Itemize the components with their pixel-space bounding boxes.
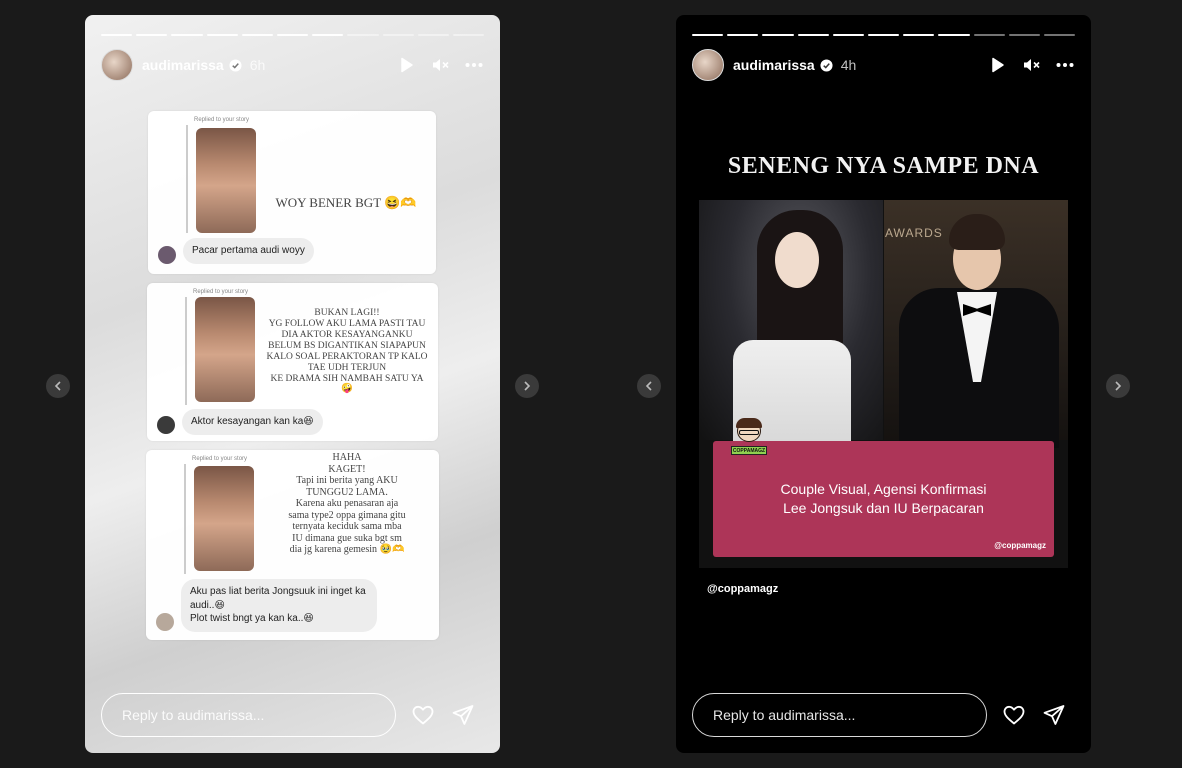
progress-segment [312, 34, 344, 36]
progress-segment [762, 34, 794, 36]
avatar[interactable] [101, 49, 133, 81]
speaker-muted-icon[interactable] [1021, 55, 1041, 75]
person-left-face [775, 232, 819, 288]
overlay-text: WOY BENER BGT 😆🫶 [275, 195, 417, 210]
prev-story-button[interactable] [46, 374, 70, 398]
mascot-label: COPPAMAGZ [731, 446, 767, 455]
story-thumbnail [195, 297, 255, 402]
progress-segment [241, 34, 273, 36]
next-story-button[interactable] [515, 374, 539, 398]
comment-bubble: Aktor kesayangan kan ka😆 [182, 409, 323, 435]
story-progress [692, 34, 1076, 37]
chevron-left-icon [54, 381, 61, 391]
avatar [158, 246, 176, 264]
story-footer [692, 693, 1075, 737]
replied-label: Replied to your story [193, 289, 249, 295]
progress-segment [136, 34, 168, 36]
comment-line: Aku pas liat berita Jongsuuk ini inget k… [190, 586, 366, 611]
story-header: audimarissa 4h [692, 48, 1075, 82]
progress-segment [797, 34, 829, 36]
story-card[interactable]: audimarissa 6h Replied to your story WOY… [85, 15, 500, 753]
story-card[interactable]: audimarissa 4h SENENG NYA SAMPE DNA AWAR… [676, 15, 1091, 753]
progress-segment [417, 34, 449, 36]
story-headline: SENENG NYA SAMPE DNA [727, 153, 1040, 179]
story-reply-card: Replied to your story BUKAN LAGI!! YG FO… [147, 283, 438, 441]
username[interactable]: audimarissa [142, 57, 224, 73]
banner-credit: @coppamagz [994, 541, 1046, 550]
verified-badge-icon [820, 58, 833, 72]
story-reply-card: Replied to your story HAHA KAGET! Tapi i… [146, 450, 439, 640]
story-thumbnail [196, 128, 256, 233]
story-progress [101, 34, 485, 37]
like-button[interactable] [1001, 702, 1027, 728]
overlay-text: BUKAN LAGI!! YG FOLLOW AKU LAMA PASTI TA… [266, 308, 428, 395]
paper-plane-icon [1043, 705, 1065, 725]
progress-segment [973, 34, 1005, 36]
next-story-button[interactable] [1106, 374, 1130, 398]
progress-segment [727, 34, 759, 36]
quote-bar [184, 464, 186, 574]
chevron-right-icon [524, 381, 531, 391]
story-footer [101, 693, 484, 737]
heart-icon [1003, 705, 1025, 725]
news-image: AWARDS Couple Visual, Agensi Konfirmasi … [699, 200, 1068, 568]
verified-badge-icon [229, 58, 242, 72]
progress-segment [1008, 34, 1040, 36]
overlay-text: HAHA KAGET! Tapi ini berita yang AKU TUN… [288, 452, 406, 555]
share-button[interactable] [1041, 702, 1067, 728]
quote-bar [186, 125, 188, 233]
replied-label: Replied to your story [192, 456, 248, 462]
quote-bar [185, 297, 187, 405]
story-viewer: audimarissa 6h Replied to your story WOY… [0, 0, 1182, 768]
comment-bubble: Aku pas liat berita Jongsuuk ini inget k… [181, 579, 377, 632]
play-icon[interactable] [987, 55, 1007, 75]
progress-segment [347, 34, 379, 36]
progress-segment [867, 34, 900, 36]
story-header: audimarissa 6h [101, 48, 484, 82]
username[interactable]: audimarissa [733, 57, 815, 73]
progress-segment [101, 34, 133, 36]
story-thumbnail [194, 466, 254, 571]
avatar [156, 613, 174, 631]
progress-segment [206, 34, 238, 36]
progress-segment [692, 34, 724, 36]
source-credit[interactable]: @coppamagz [707, 583, 778, 595]
comment-bubble: Pacar pertama audi woyy [183, 238, 314, 264]
mascot-icon: COPPAMAGZ [729, 418, 769, 468]
progress-segment [276, 34, 309, 36]
avatar [157, 416, 175, 434]
like-button[interactable] [410, 702, 436, 728]
comment-line: Plot twist bngt ya kan ka..😆 [190, 613, 314, 624]
chevron-left-icon [645, 381, 652, 391]
more-horizontal-icon[interactable] [464, 55, 484, 75]
progress-segment [452, 34, 485, 36]
reply-input[interactable] [101, 693, 396, 737]
share-button[interactable] [450, 702, 476, 728]
progress-segment [382, 34, 414, 36]
more-horizontal-icon[interactable] [1055, 55, 1075, 75]
progress-segment [832, 34, 864, 36]
speaker-muted-icon[interactable] [430, 55, 450, 75]
banner-headline: Couple Visual, Agensi Konfirmasi Lee Jon… [780, 481, 987, 516]
replied-label: Replied to your story [194, 117, 250, 123]
progress-segment [938, 34, 970, 36]
avatar[interactable] [692, 49, 724, 81]
progress-segment [171, 34, 203, 36]
prev-story-button[interactable] [637, 374, 661, 398]
heart-icon [412, 705, 434, 725]
paper-plane-icon [452, 705, 474, 725]
progress-segment [1043, 34, 1076, 36]
post-time: 6h [249, 57, 266, 73]
post-time: 4h [840, 57, 857, 73]
story-reply-card: Replied to your story WOY BENER BGT 😆🫶 P… [148, 111, 436, 274]
awards-backdrop-text: AWARDS [885, 226, 943, 240]
reply-input[interactable] [692, 693, 987, 737]
chevron-right-icon [1115, 381, 1122, 391]
play-icon[interactable] [396, 55, 416, 75]
progress-segment [903, 34, 935, 36]
